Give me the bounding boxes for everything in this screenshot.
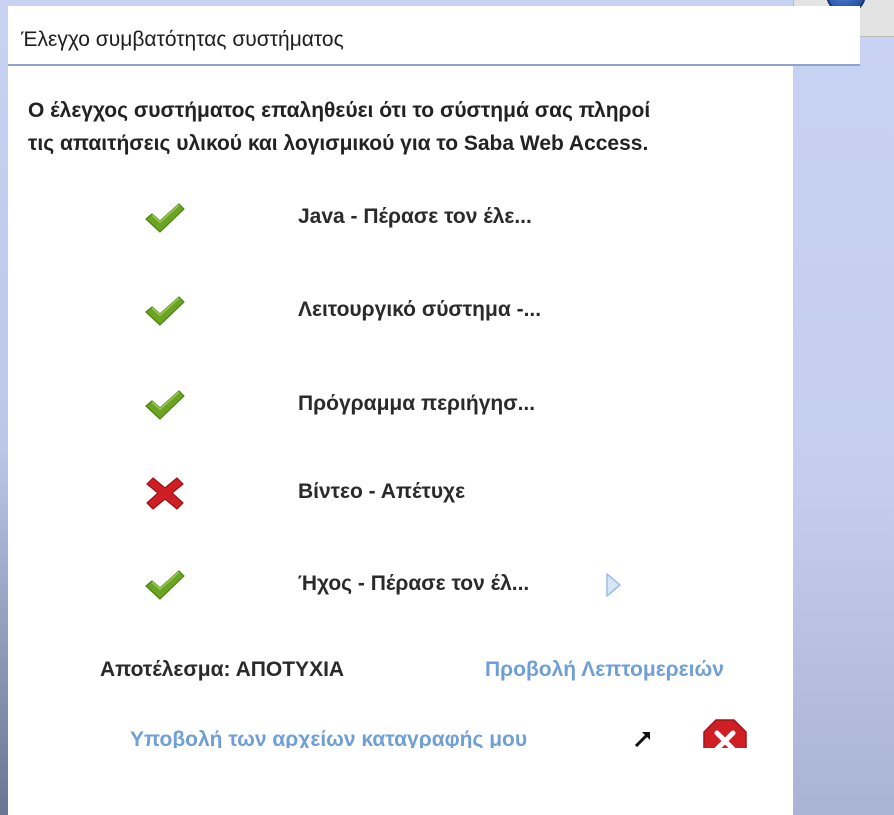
checkmark-icon	[145, 390, 185, 420]
intro-text: Ο έλεγχος συστήματος επαληθεύει ότι το σ…	[28, 94, 788, 160]
check-label-video: Βίντεο - Απέτυχε	[298, 480, 466, 503]
check-row-audio[interactable]: Ήχος - Πέρασε τον έλ...	[8, 567, 768, 607]
check-label-browser: Πρόγραμμα περιήγησ...	[298, 392, 536, 415]
check-row-java: Java - Πέρασε τον έλε...	[8, 200, 768, 240]
submit-logs-link[interactable]: Υποβολή των αρχείων καταγραφής μου	[130, 728, 527, 748]
check-label-operating-system: Λειτουργικό σύστημα -...	[298, 298, 542, 321]
intro-line-1: Ο έλεγχος συστήματος επαληθεύει ότι το σ…	[28, 99, 651, 122]
check-row-operating-system: Λειτουργικό σύστημα -...	[8, 293, 768, 333]
cross-icon	[146, 477, 184, 510]
check-label-audio: Ήχος - Πέρασε τον έλ...	[298, 572, 530, 595]
panel-header: Έλεγχο συμβατότητας συστήματος	[8, 6, 860, 66]
check-label-java: Java - Πέρασε τον έλε...	[298, 205, 532, 228]
check-row-browser: Πρόγραμμα περιήγησ...	[8, 387, 768, 427]
external-link-icon[interactable]	[634, 728, 654, 748]
checkmark-icon	[145, 203, 185, 233]
background-window-strip	[0, 0, 8, 815]
result-label: Αποτέλεσμα: ΑΠΟΤΥΧΙΑ	[100, 658, 345, 681]
close-icon[interactable]	[702, 718, 748, 748]
chevron-right-icon[interactable]	[603, 571, 623, 599]
checkmark-icon	[145, 296, 185, 326]
system-check-panel: Έλεγχο συμβατότητας συστήματος Ο έλεγχος…	[8, 6, 860, 815]
panel-title: Έλεγχο συμβατότητας συστήματος	[21, 28, 344, 51]
view-details-link[interactable]: Προβολή Λεπτομερειών	[485, 658, 724, 682]
check-row-video: Βίντεο - Απέτυχε	[8, 475, 768, 515]
checkmark-icon	[145, 570, 185, 600]
footer-actions: Υποβολή των αρχείων καταγραφής μου	[8, 706, 793, 748]
intro-line-2: τις απαιτήσεις υλικού και λογισμικού για…	[28, 132, 649, 155]
